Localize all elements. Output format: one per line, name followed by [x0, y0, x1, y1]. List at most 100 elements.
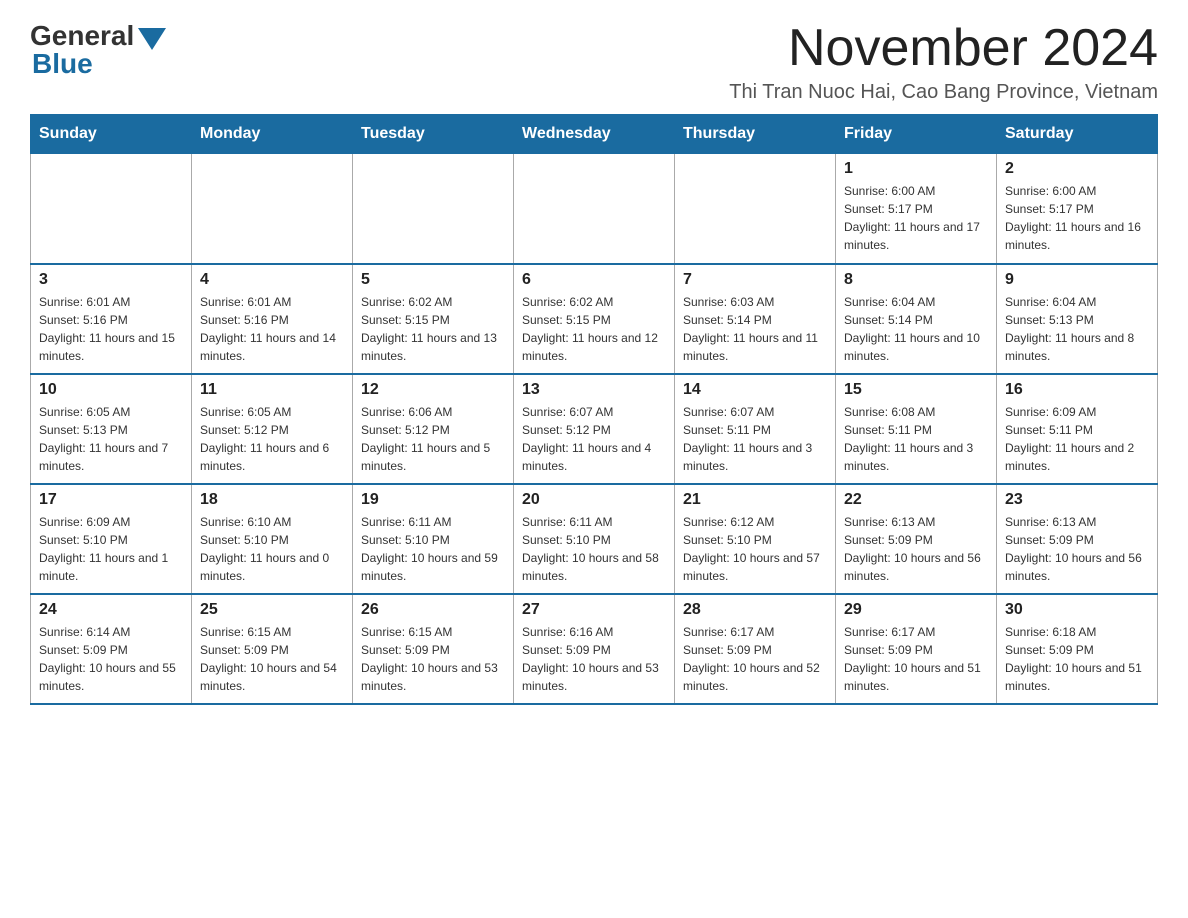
- day-info: Sunrise: 6:18 AMSunset: 5:09 PMDaylight:…: [1005, 623, 1149, 695]
- day-number: 12: [361, 381, 505, 399]
- day-info: Sunrise: 6:17 AMSunset: 5:09 PMDaylight:…: [683, 623, 827, 695]
- month-title: November 2024: [729, 20, 1158, 77]
- day-number: 10: [39, 381, 183, 399]
- calendar-cell: 17 Sunrise: 6:09 AMSunset: 5:10 PMDayligh…: [31, 484, 192, 594]
- day-number: 8: [844, 271, 988, 289]
- calendar-cell: 15 Sunrise: 6:08 AMSunset: 5:11 PMDayligh…: [836, 374, 997, 484]
- calendar-cell: 11Sunrise: 6:05 AMSunset: 5:12 PMDayligh…: [192, 374, 353, 484]
- day-info: Sunrise: 6:03 AMSunset: 5:14 PMDaylight:…: [683, 293, 827, 365]
- day-info: Sunrise: 6:02 AMSunset: 5:15 PMDaylight:…: [361, 293, 505, 365]
- day-number: 22: [844, 491, 988, 509]
- calendar-cell: 21Sunrise: 6:12 AMSunset: 5:10 PMDayligh…: [675, 484, 836, 594]
- day-info: Sunrise: 6:04 AMSunset: 5:13 PMDaylight:…: [1005, 293, 1149, 365]
- calendar-cell: 8 Sunrise: 6:04 AMSunset: 5:14 PMDaylight…: [836, 264, 997, 374]
- day-info: Sunrise: 6:08 AMSunset: 5:11 PMDaylight:…: [844, 403, 988, 475]
- week-row-1: 1 Sunrise: 6:00 AMSunset: 5:17 PMDaylight…: [31, 154, 1158, 264]
- day-number: 1: [844, 160, 988, 178]
- header-day-wednesday: Wednesday: [514, 115, 675, 154]
- day-number: 11: [200, 381, 344, 399]
- logo: General Blue: [30, 20, 166, 80]
- calendar-cell: 19Sunrise: 6:11 AMSunset: 5:10 PMDayligh…: [353, 484, 514, 594]
- logo-triangle-icon: [138, 28, 166, 50]
- calendar-cell: 14Sunrise: 6:07 AMSunset: 5:11 PMDayligh…: [675, 374, 836, 484]
- day-number: 27: [522, 601, 666, 619]
- calendar-cell: [675, 154, 836, 264]
- header-day-thursday: Thursday: [675, 115, 836, 154]
- day-info: Sunrise: 6:17 AMSunset: 5:09 PMDaylight:…: [844, 623, 988, 695]
- day-number: 20: [522, 491, 666, 509]
- calendar-cell: 12Sunrise: 6:06 AMSunset: 5:12 PMDayligh…: [353, 374, 514, 484]
- calendar-cell: 23 Sunrise: 6:13 AMSunset: 5:09 PMDayligh…: [997, 484, 1158, 594]
- week-row-5: 24 Sunrise: 6:14 AMSunset: 5:09 PMDayligh…: [31, 594, 1158, 704]
- calendar-cell: 25 Sunrise: 6:15 AMSunset: 5:09 PMDayligh…: [192, 594, 353, 704]
- calendar-cell: 4Sunrise: 6:01 AMSunset: 5:16 PMDaylight…: [192, 264, 353, 374]
- day-info: Sunrise: 6:11 AMSunset: 5:10 PMDaylight:…: [361, 513, 505, 585]
- day-number: 25: [200, 601, 344, 619]
- calendar-cell: 20 Sunrise: 6:11 AMSunset: 5:10 PMDayligh…: [514, 484, 675, 594]
- day-number: 7: [683, 271, 827, 289]
- day-info: Sunrise: 6:11 AMSunset: 5:10 PMDaylight:…: [522, 513, 666, 585]
- logo-blue-text: Blue: [32, 48, 93, 80]
- day-info: Sunrise: 6:00 AMSunset: 5:17 PMDaylight:…: [844, 182, 988, 254]
- week-row-3: 10 Sunrise: 6:05 AMSunset: 5:13 PMDayligh…: [31, 374, 1158, 484]
- header-day-saturday: Saturday: [997, 115, 1158, 154]
- calendar-cell: 29 Sunrise: 6:17 AMSunset: 5:09 PMDayligh…: [836, 594, 997, 704]
- day-number: 9: [1005, 271, 1149, 289]
- day-number: 24: [39, 601, 183, 619]
- day-info: Sunrise: 6:10 AMSunset: 5:10 PMDaylight:…: [200, 513, 344, 585]
- day-info: Sunrise: 6:13 AMSunset: 5:09 PMDaylight:…: [844, 513, 988, 585]
- day-info: Sunrise: 6:04 AMSunset: 5:14 PMDaylight:…: [844, 293, 988, 365]
- day-number: 16: [1005, 381, 1149, 399]
- day-info: Sunrise: 6:09 AMSunset: 5:11 PMDaylight:…: [1005, 403, 1149, 475]
- calendar-cell: 13Sunrise: 6:07 AMSunset: 5:12 PMDayligh…: [514, 374, 675, 484]
- day-number: 26: [361, 601, 505, 619]
- week-row-4: 17 Sunrise: 6:09 AMSunset: 5:10 PMDayligh…: [31, 484, 1158, 594]
- day-number: 3: [39, 271, 183, 289]
- day-info: Sunrise: 6:16 AMSunset: 5:09 PMDaylight:…: [522, 623, 666, 695]
- calendar-cell: 30 Sunrise: 6:18 AMSunset: 5:09 PMDayligh…: [997, 594, 1158, 704]
- day-info: Sunrise: 6:01 AMSunset: 5:16 PMDaylight:…: [200, 293, 344, 365]
- calendar-header: SundayMondayTuesdayWednesdayThursdayFrid…: [31, 115, 1158, 154]
- calendar-cell: 24 Sunrise: 6:14 AMSunset: 5:09 PMDayligh…: [31, 594, 192, 704]
- calendar-cell: 7 Sunrise: 6:03 AMSunset: 5:14 PMDaylight…: [675, 264, 836, 374]
- calendar-cell: [514, 154, 675, 264]
- day-number: 21: [683, 491, 827, 509]
- day-info: Sunrise: 6:02 AMSunset: 5:15 PMDaylight:…: [522, 293, 666, 365]
- day-number: 30: [1005, 601, 1149, 619]
- day-info: Sunrise: 6:14 AMSunset: 5:09 PMDaylight:…: [39, 623, 183, 695]
- header-day-friday: Friday: [836, 115, 997, 154]
- calendar-cell: 5 Sunrise: 6:02 AMSunset: 5:15 PMDaylight…: [353, 264, 514, 374]
- calendar-table: SundayMondayTuesdayWednesdayThursdayFrid…: [30, 114, 1158, 705]
- day-info: Sunrise: 6:00 AMSunset: 5:17 PMDaylight:…: [1005, 182, 1149, 254]
- calendar-cell: 9 Sunrise: 6:04 AMSunset: 5:13 PMDaylight…: [997, 264, 1158, 374]
- day-number: 5: [361, 271, 505, 289]
- calendar-cell: 27 Sunrise: 6:16 AMSunset: 5:09 PMDayligh…: [514, 594, 675, 704]
- calendar-cell: 16 Sunrise: 6:09 AMSunset: 5:11 PMDayligh…: [997, 374, 1158, 484]
- calendar-cell: [192, 154, 353, 264]
- day-number: 13: [522, 381, 666, 399]
- calendar-cell: 26Sunrise: 6:15 AMSunset: 5:09 PMDayligh…: [353, 594, 514, 704]
- header-day-monday: Monday: [192, 115, 353, 154]
- day-number: 2: [1005, 160, 1149, 178]
- day-number: 29: [844, 601, 988, 619]
- day-number: 28: [683, 601, 827, 619]
- calendar-cell: [31, 154, 192, 264]
- day-info: Sunrise: 6:13 AMSunset: 5:09 PMDaylight:…: [1005, 513, 1149, 585]
- day-number: 14: [683, 381, 827, 399]
- day-info: Sunrise: 6:15 AMSunset: 5:09 PMDaylight:…: [200, 623, 344, 695]
- day-number: 17: [39, 491, 183, 509]
- calendar-cell: 28 Sunrise: 6:17 AMSunset: 5:09 PMDayligh…: [675, 594, 836, 704]
- calendar-cell: 10 Sunrise: 6:05 AMSunset: 5:13 PMDayligh…: [31, 374, 192, 484]
- calendar-body: 1 Sunrise: 6:00 AMSunset: 5:17 PMDaylight…: [31, 154, 1158, 704]
- day-info: Sunrise: 6:09 AMSunset: 5:10 PMDaylight:…: [39, 513, 183, 585]
- calendar-cell: 6 Sunrise: 6:02 AMSunset: 5:15 PMDaylight…: [514, 264, 675, 374]
- calendar-cell: 18Sunrise: 6:10 AMSunset: 5:10 PMDayligh…: [192, 484, 353, 594]
- day-number: 23: [1005, 491, 1149, 509]
- day-number: 6: [522, 271, 666, 289]
- week-row-2: 3 Sunrise: 6:01 AMSunset: 5:16 PMDaylight…: [31, 264, 1158, 374]
- header-row: SundayMondayTuesdayWednesdayThursdayFrid…: [31, 115, 1158, 154]
- calendar-cell: 1 Sunrise: 6:00 AMSunset: 5:17 PMDaylight…: [836, 154, 997, 264]
- title-section: November 2024 Thi Tran Nuoc Hai, Cao Ban…: [729, 20, 1158, 104]
- day-number: 15: [844, 381, 988, 399]
- day-info: Sunrise: 6:05 AMSunset: 5:13 PMDaylight:…: [39, 403, 183, 475]
